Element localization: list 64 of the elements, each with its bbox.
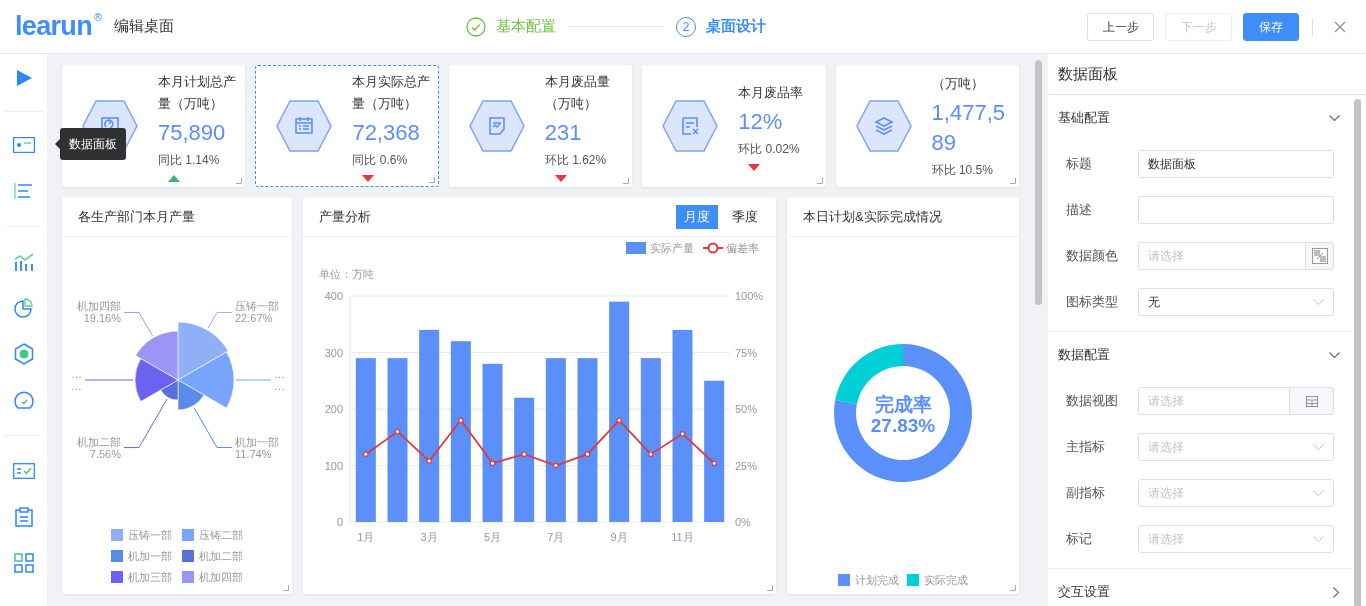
card-title: 本月实际总产量（万吨） — [352, 72, 432, 113]
axis-tick-label: 11月 — [671, 531, 694, 543]
tooltip: 数据面板 — [60, 128, 126, 160]
field-label: 副指标 — [1065, 484, 1106, 503]
slice-label: 压铸一部 — [235, 300, 279, 313]
axis-tick-label: 1月 — [357, 531, 375, 543]
field-label: 描述 — [1065, 201, 1093, 220]
axis-tick-label: 100% — [735, 290, 764, 302]
card-comparison: 环比 0.02% — [738, 140, 801, 158]
unit-label: 单位：万吨 — [319, 268, 374, 280]
step-label: 桌面设计 — [706, 16, 766, 37]
card-value: 1,477,589 — [931, 99, 1006, 157]
slice-label: 22.67% — [235, 312, 273, 325]
card-comparison: 同比 1.14% — [158, 151, 221, 169]
page-title: 编辑桌面 — [114, 16, 175, 37]
field-label: 图标类型 — [1065, 293, 1119, 312]
slice-label: … — [71, 380, 82, 392]
card-comparison: 环比 1.62% — [544, 151, 608, 169]
axis-tick-label: 3月 — [420, 531, 438, 543]
card-title: 本月计划总产量（万吨） — [158, 72, 237, 113]
axis-tick-label: 5月 — [483, 531, 502, 543]
field-label: 标记 — [1065, 530, 1093, 549]
registered-mark: ® — [94, 10, 103, 25]
slice-label: 19.16% — [83, 312, 121, 325]
slice-label: … — [274, 380, 285, 392]
slice-label: 7.56% — [89, 447, 121, 460]
card-title: （万吨） — [931, 75, 985, 93]
field-label: 数据视图 — [1065, 392, 1119, 411]
card-title: 本月废品量（万吨） — [544, 72, 611, 113]
card-comparison: 环比 10.5% — [931, 162, 994, 179]
field-label: 标题 — [1065, 155, 1093, 174]
axis-tick-label: 300 — [324, 346, 343, 359]
slice-label: 机加一部 — [235, 435, 279, 448]
axis-tick-label: 400 — [324, 290, 343, 302]
axis-tick-label: 9月 — [610, 531, 628, 543]
panel-title: 数据面板 — [1058, 63, 1118, 84]
card-title: 各生产部门本月产量 — [78, 207, 195, 226]
card-title: 产量分析 — [319, 207, 371, 226]
field-label: 数据颜色 — [1065, 247, 1119, 266]
card-title: 本月废品率 — [738, 83, 805, 102]
card-value: 72,368 — [352, 118, 421, 147]
axis-tick-label: 25% — [735, 459, 758, 472]
donut-center-text: 27.83% — [870, 415, 936, 436]
step-label: 基本配置 — [496, 16, 556, 37]
card-value: 75,890 — [158, 118, 227, 147]
card-comparison: 同比 0.6% — [352, 151, 409, 169]
logo: learun — [15, 13, 92, 40]
slice-label: 机加二部 — [77, 435, 121, 448]
slice-label: … — [71, 368, 82, 380]
slice-label: 机加四部 — [77, 300, 121, 313]
axis-tick-label: 200 — [324, 403, 343, 415]
card-value: 231 — [544, 118, 583, 147]
axis-tick-label: 7月 — [547, 531, 565, 543]
field-label: 主指标 — [1065, 438, 1106, 457]
axis-tick-label: 0 — [336, 516, 343, 528]
slice-label: … — [274, 368, 285, 380]
axis-tick-label: 50% — [735, 403, 758, 415]
axis-tick-label: 100 — [324, 459, 343, 472]
card-value: 12% — [738, 107, 784, 136]
axis-tick-label: 0% — [735, 516, 751, 528]
slice-label: 11.74% — [235, 447, 272, 460]
donut-center-text: 完成率 — [874, 394, 932, 415]
card-title: 本日计划&实际完成情况 — [803, 207, 942, 226]
axis-tick-label: 75% — [735, 346, 758, 359]
